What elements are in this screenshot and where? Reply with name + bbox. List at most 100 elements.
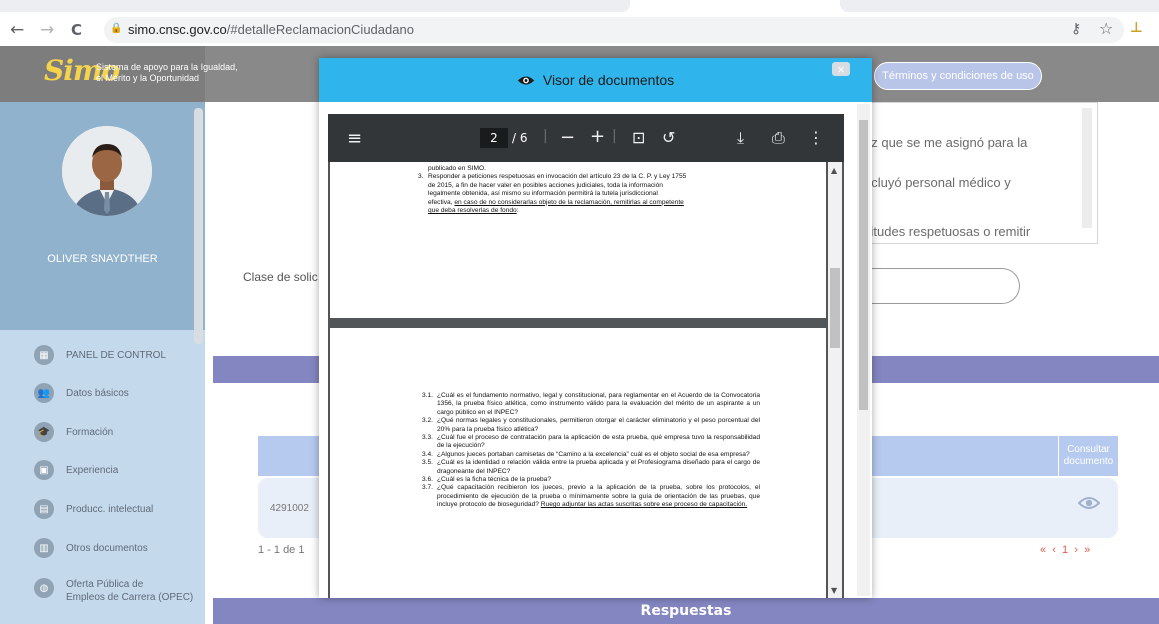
respuestas-section-title: Respuestas (213, 598, 1159, 624)
pdf-scrollbar[interactable] (828, 162, 842, 598)
sidebar-item-label: Experiencia (66, 464, 119, 476)
close-icon[interactable]: × (832, 62, 850, 76)
modal-scroll-thumb[interactable] (859, 120, 868, 410)
pdf-text-line: Responder a peticiones respetuosas en in… (428, 173, 687, 180)
sidebar-item-label-line: Oferta Pública de (66, 579, 144, 590)
textarea-line: citudes respetuosas o remitir (864, 224, 1031, 239)
pdf-text-line: que deba resolverlas de fondo: (428, 207, 758, 215)
header-text: Consultar (1067, 444, 1110, 455)
pdf-question-text: ¿Algunos jueces portaban camisetas de “C… (437, 450, 750, 458)
pdf-question: 3.4. ¿Algunos jueces portaban camisetas d… (422, 451, 760, 459)
modal-header: Visor de documentos (319, 58, 872, 102)
user-photo (62, 126, 152, 216)
observation-textarea[interactable] (854, 102, 1098, 244)
forward-icon[interactable]: → (40, 20, 54, 40)
star-icon[interactable]: ☆ (1099, 19, 1113, 38)
zoom-in-icon[interactable]: + (590, 126, 605, 147)
textarea-scrollbar[interactable] (1082, 108, 1092, 228)
pdf-question-text: ¿Qué capacitación recibieron los jueces,… (437, 484, 760, 509)
sidebar-item-panel[interactable]: ▦ PANEL DE CONTROL (34, 344, 166, 366)
sidebar-item-experiencia[interactable]: ▣ Experiencia (34, 459, 118, 481)
pager-first[interactable]: « (1040, 544, 1046, 556)
pdf-question-number: 3.1. (422, 392, 433, 399)
book-icon: ▤ (34, 499, 54, 519)
terms-button[interactable]: Términos y condiciones de uso (874, 62, 1042, 90)
pdf-underlined-text: que deba resolverlas de fondo (428, 207, 517, 214)
pdf-toolbar (328, 114, 844, 162)
grid-icon: ▦ (34, 345, 54, 365)
pdf-underlined-text: Ruego adjuntar las actas suscritas sobre… (540, 501, 748, 509)
pdf-page: 3.1. ¿Cuál es el fundamento normativo, le… (330, 328, 826, 598)
globe-icon: ◍ (34, 578, 54, 598)
pdf-text-line: legalmente obtenida, así mismo su inform… (428, 190, 658, 197)
sidebar-item-label: Datos básicos (66, 387, 129, 399)
sidebar-item-datos[interactable]: 👥 Datos básicos (34, 382, 129, 404)
consultar-column-header: Consultar documento (1058, 436, 1118, 476)
menu-icon[interactable]: ≡ (347, 128, 362, 149)
url-host: simo.cnsc.gov.co (128, 22, 227, 37)
user-name: OLIVER SNAYDTHER (47, 253, 158, 265)
view-document-icon[interactable] (1077, 495, 1101, 516)
rotate-icon[interactable]: ↺ (662, 128, 675, 147)
pdf-list-number: 3. (418, 173, 424, 180)
sidebar-item-produccion[interactable]: ▤ Producc. intelectual (34, 498, 153, 520)
modal-title: Visor de documentos (542, 72, 675, 88)
lock-icon[interactable]: 🔒 (110, 23, 122, 34)
people-icon: 👥 (34, 383, 54, 403)
back-icon[interactable]: ← (10, 20, 24, 40)
key-icon[interactable]: ⚷ (1071, 21, 1081, 37)
sidebar-scrollbar[interactable] (194, 108, 203, 344)
pdf-question-number: 3.3. (422, 434, 433, 442)
download-icon[interactable]: ⤓ (737, 128, 744, 148)
url-text[interactable]: simo.cnsc.gov.co/#detalleReclamacionCiud… (128, 22, 414, 37)
pdf-page: publicado en SIMO. 3. Responder a petici… (330, 162, 826, 318)
paging-summary: 1 - 1 de 1 (258, 544, 305, 556)
pdf-text: efectiva, (428, 198, 455, 206)
toolbar-divider: | (612, 128, 617, 144)
avatar (62, 126, 152, 216)
sidebar-item-otros[interactable]: ▥ Otros documentos (34, 537, 148, 559)
reload-icon[interactable]: C (71, 21, 82, 39)
pager-prev[interactable]: ‹ (1052, 544, 1056, 556)
clase-label: Clase de solic (243, 270, 318, 284)
extension-icon[interactable]: ⊥ (1130, 20, 1143, 36)
pdf-question-number: 3.4. (422, 450, 433, 458)
sidebar-item-label: Formación (66, 426, 114, 438)
pdf-question-number: 3.7. (422, 484, 433, 492)
pdf-underlined-text: en caso de no considerarlas objeto de la… (454, 198, 684, 206)
clase-select[interactable] (854, 268, 1020, 304)
pagination: « ‹ 1 › » (1040, 544, 1090, 556)
pdf-question-number: 3.5. (422, 459, 433, 467)
zoom-out-icon[interactable]: − (560, 127, 575, 148)
eye-icon (517, 75, 534, 85)
header-text: documento (1063, 456, 1114, 467)
sidebar-item-formacion[interactable]: 🎓 Formación (34, 421, 113, 443)
pdf-scroll-thumb[interactable] (830, 268, 840, 348)
url-path: /#detalleReclamacionCiudadano (226, 22, 414, 37)
tab-strip (840, 0, 1159, 12)
pdf-question: 3.7. ¿Qué capacitación recibieron los jue… (422, 484, 760, 509)
page-number-input[interactable]: 2 (480, 128, 508, 148)
pdf-question: 3.1. ¿Cuál es el fundamento normativo, le… (422, 392, 760, 417)
briefcase-icon: ▣ (34, 460, 54, 480)
pager-next[interactable]: › (1074, 544, 1078, 556)
pager-last[interactable]: » (1084, 544, 1090, 556)
more-options-icon[interactable]: ⋮ (808, 128, 824, 147)
pager-page[interactable]: 1 (1062, 544, 1068, 556)
print-icon[interactable]: ⎙ (772, 128, 785, 148)
page-total: / 6 (512, 131, 528, 145)
logo-tagline-line: el Mérito y la Oportunidad (96, 73, 200, 83)
scroll-down-icon[interactable]: ▼ (831, 586, 837, 595)
textarea-line: ncluyó personal médico y (864, 175, 1011, 190)
sidebar-item-opec[interactable]: ◍ Oferta Pública de Empleos de Carrera (O… (34, 578, 193, 603)
fit-page-icon[interactable]: ⊡ (632, 128, 645, 147)
sidebar-item-label: Oferta Pública de Empleos de Carrera (OPE… (66, 578, 193, 604)
pdf-question-text: ¿Cuál es la ficha técnica de la prueba? (437, 476, 551, 484)
pdf-question-text: ¿Cuál es el fundamento normativo, legal … (437, 392, 760, 416)
row-id: 4291002 (270, 503, 309, 514)
pdf-question-text: ¿Cuál es la identidad o relación válida … (437, 459, 760, 475)
pdf-question: 3.5. ¿Cuál es la identidad o relación vál… (422, 459, 760, 476)
graduation-icon: 🎓 (34, 422, 54, 442)
sidebar-item-label: Producc. intelectual (66, 503, 154, 515)
scroll-up-icon[interactable]: ▲ (831, 166, 837, 175)
